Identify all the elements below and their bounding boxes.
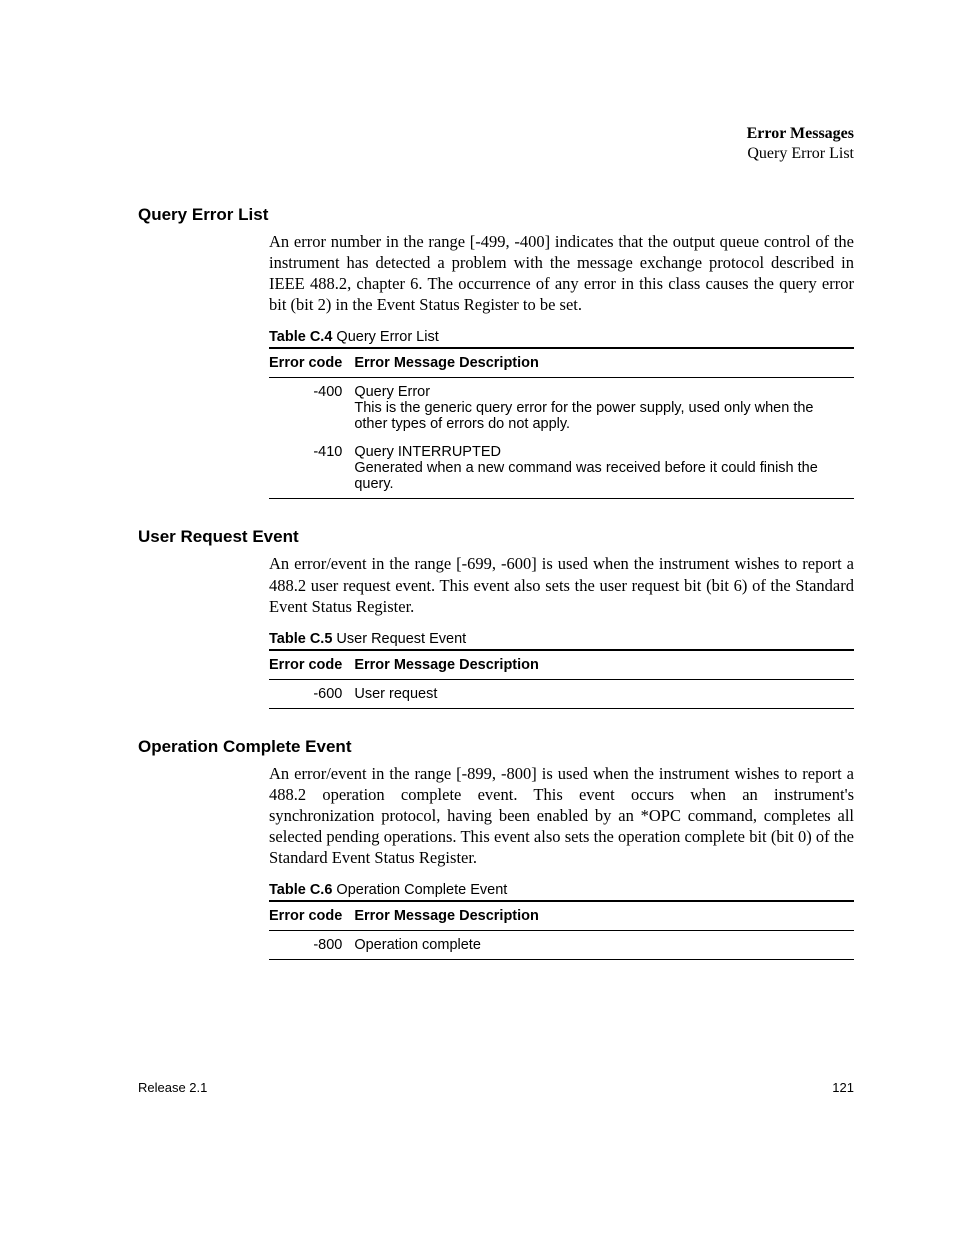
cell-description: User request	[354, 679, 854, 708]
table-query: Error code Error Message Description -40…	[269, 347, 854, 499]
cell-error-code: -600	[269, 679, 354, 708]
table-op: Error code Error Message Description -80…	[269, 900, 854, 960]
table-caption-text: Operation Complete Event	[336, 882, 507, 898]
page-footer: Release 2.1 121	[138, 1080, 854, 1095]
footer-page-number: 121	[832, 1080, 854, 1095]
desc-title: Operation complete	[354, 937, 848, 953]
page: Error Messages Query Error List Query Er…	[0, 0, 954, 1235]
table-row: -410 Query INTERRUPTED Generated when a …	[269, 438, 854, 499]
desc-body: Generated when a new command was receive…	[354, 460, 848, 492]
table-caption-text: Query Error List	[336, 329, 438, 345]
cell-error-code: -410	[269, 438, 354, 499]
col-header-error-code: Error code	[269, 901, 354, 931]
table-caption-user: Table C.5 User Request Event	[138, 631, 854, 647]
section-paragraph-op: An error/event in the range [-899, -800]…	[138, 763, 854, 869]
table-caption-query: Table C.4 Query Error List	[138, 329, 854, 345]
header-title: Error Messages	[138, 125, 854, 143]
table-header-row: Error code Error Message Description	[269, 901, 854, 931]
header-subtitle: Query Error List	[138, 145, 854, 163]
col-header-error-code: Error code	[269, 348, 354, 378]
section-heading-user: User Request Event	[138, 527, 854, 547]
desc-body: This is the generic query error for the …	[354, 400, 848, 432]
section-paragraph-query: An error number in the range [-499, -400…	[138, 231, 854, 315]
footer-release: Release 2.1	[138, 1080, 207, 1095]
table-header-row: Error code Error Message Description	[269, 650, 854, 680]
table-label: Table C.4	[269, 329, 332, 345]
section-heading-query: Query Error List	[138, 205, 854, 225]
section-paragraph-user: An error/event in the range [-699, -600]…	[138, 553, 854, 616]
table-caption-op: Table C.6 Operation Complete Event	[138, 882, 854, 898]
desc-title: Query INTERRUPTED	[354, 444, 848, 460]
table-user: Error code Error Message Description -60…	[269, 649, 854, 709]
cell-description: Query INTERRUPTED Generated when a new c…	[354, 438, 854, 499]
col-header-error-code: Error code	[269, 650, 354, 680]
cell-error-code: -800	[269, 931, 354, 960]
col-header-description: Error Message Description	[354, 650, 854, 680]
table-caption-text: User Request Event	[336, 631, 466, 647]
section-heading-op: Operation Complete Event	[138, 737, 854, 757]
col-header-description: Error Message Description	[354, 901, 854, 931]
table-row: -400 Query Error This is the generic que…	[269, 378, 854, 439]
desc-title: Query Error	[354, 384, 848, 400]
col-header-description: Error Message Description	[354, 348, 854, 378]
page-header: Error Messages Query Error List	[138, 125, 854, 163]
cell-error-code: -400	[269, 378, 354, 439]
table-row: -600 User request	[269, 679, 854, 708]
table-label: Table C.6	[269, 882, 332, 898]
table-label: Table C.5	[269, 631, 332, 647]
table-row: -800 Operation complete	[269, 931, 854, 960]
cell-description: Query Error This is the generic query er…	[354, 378, 854, 439]
cell-description: Operation complete	[354, 931, 854, 960]
table-header-row: Error code Error Message Description	[269, 348, 854, 378]
desc-title: User request	[354, 686, 848, 702]
